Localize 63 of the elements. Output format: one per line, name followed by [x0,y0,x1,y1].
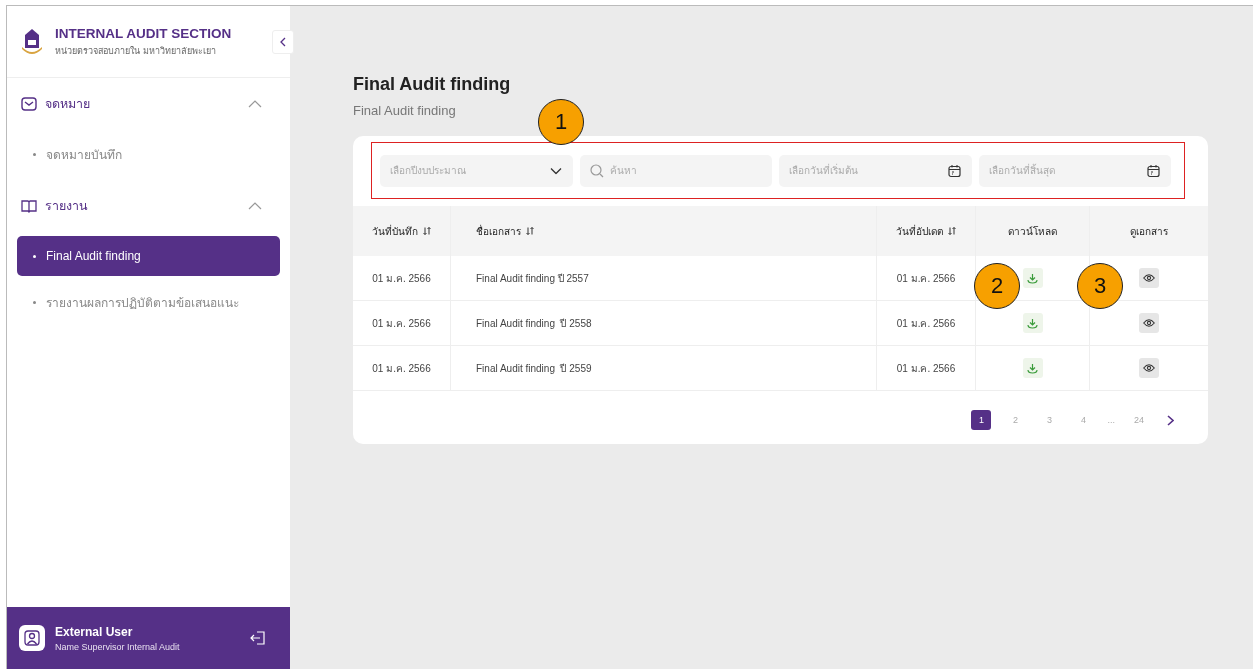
nav-item[interactable]: จดหมายบันทึก [17,134,280,174]
page-button[interactable]: 1 [971,410,992,430]
user-role: Name Supervisor Internal Audit [55,641,180,652]
download-icon [1027,317,1038,329]
column-header[interactable]: ดูเอกสาร [1130,223,1168,239]
table-cell-text: 01 ม.ค. 2566 [896,271,956,286]
search-field[interactable]: ค้นหา [579,154,772,187]
column-header[interactable]: ชื่อเอกสาร [476,223,521,239]
table-cell-text: Final Audit finding ปี 2559 [476,361,592,376]
bullet-icon [33,300,36,304]
table-cell-text: 01 ม.ค. 2566 [372,271,431,286]
sort-icon[interactable] [948,227,956,235]
user-icon [19,625,45,651]
download-icon [1027,272,1038,284]
chevron-left-icon [280,37,286,47]
budget-year-dropdown[interactable]: เลือกปีงบประมาณ [380,154,573,187]
user-name: External User [55,624,134,639]
table-cell-text: 01 ม.ค. 2566 [896,316,956,331]
download-button[interactable] [1022,268,1043,288]
sort-icon[interactable] [526,227,534,235]
calendar-icon [1147,164,1160,177]
table-cell-text: 01 ม.ค. 2566 [896,361,956,376]
download-button[interactable] [1022,358,1043,378]
view-button[interactable] [1139,313,1159,333]
start-date-field[interactable]: เลือกวันที่เริ่มต้น [779,154,972,187]
page-subtitle: Final Audit finding [353,103,457,118]
eye-icon [1143,364,1155,372]
logo-icon [19,27,45,56]
view-button[interactable] [1139,358,1159,378]
page-ellipsis: ... [1107,415,1115,425]
download-icon [1027,362,1038,374]
chevron-icon[interactable] [248,202,262,210]
callout-marker: 1 [538,99,584,145]
table-cell-text: 01 ม.ค. 2566 [372,316,431,331]
table-cell-text: Final Audit finding ปี 2557 [476,271,589,286]
bullet-icon [33,254,36,258]
logout-icon[interactable] [250,630,266,646]
eye-icon [1143,274,1155,282]
chevron-down-icon [549,167,562,174]
column-header[interactable]: วันที่อัปเดต [896,223,943,239]
view-button[interactable] [1139,268,1159,288]
bullet-icon [33,152,36,156]
book-icon [21,199,37,213]
nav-item[interactable]: Final Audit finding [17,236,280,276]
search-icon [589,163,604,178]
nav-section-label[interactable]: รายงาน [45,196,88,216]
end-date-field[interactable]: เลือกวันที่สิ้นสุด [978,154,1171,187]
column-header[interactable]: วันที่บันทึก [372,223,418,239]
nav-section-label[interactable]: จดหมาย [45,94,90,114]
table-cell-text: Final Audit finding ปี 2558 [476,316,592,331]
calendar-icon [947,164,961,177]
column-header[interactable]: ดาวน์โหลด [1008,223,1057,239]
download-button[interactable] [1022,313,1043,333]
sort-icon[interactable] [423,227,431,235]
page-title: Final Audit finding [353,74,512,95]
chevron-right-icon [1167,414,1174,426]
org-title: INTERNAL AUDIT SECTION [55,25,232,41]
table-cell-text: 01 ม.ค. 2566 [372,361,431,376]
mail-icon [21,97,37,111]
eye-icon [1143,319,1155,327]
chevron-icon[interactable] [248,100,262,108]
nav-item[interactable]: รายงานผลการปฏิบัติตามข้อเสนอแนะ [17,282,280,322]
org-subtitle: หน่วยตรวจสอบภายใน มหาวิทยาลัยพะเยา [55,44,217,58]
